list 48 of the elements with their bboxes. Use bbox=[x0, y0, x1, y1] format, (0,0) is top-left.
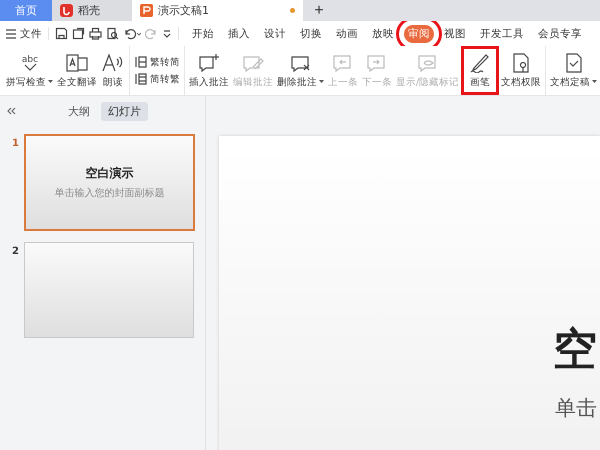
presentation-file-icon bbox=[140, 4, 153, 17]
ribbon-tab[interactable]: 放映 bbox=[368, 24, 398, 42]
ribbon-tab[interactable]: 插入 bbox=[224, 24, 254, 42]
read-aloud-icon bbox=[101, 52, 125, 72]
ribbon-tab[interactable]: 开发工具 bbox=[476, 24, 528, 42]
ribbon-tab[interactable]: 视图 bbox=[440, 24, 470, 42]
thumbnail-subtitle: 单击输入您的封面副标题 bbox=[54, 186, 164, 200]
convert-icon bbox=[134, 55, 148, 69]
translate-icon bbox=[65, 52, 89, 72]
export-icon[interactable] bbox=[72, 27, 85, 40]
document-tab[interactable]: 演示文稿1 bbox=[132, 0, 303, 21]
thumbnail-title: 空白演示 bbox=[86, 165, 134, 182]
save-icon[interactable] bbox=[55, 27, 68, 40]
slide-title[interactable]: 空 bbox=[553, 328, 597, 372]
ribbon-button[interactable]: 繁转简 bbox=[132, 55, 182, 69]
docer-logo-icon bbox=[60, 4, 73, 17]
insert-comment-icon bbox=[197, 52, 221, 72]
slide-canvas[interactable]: 空 单击 bbox=[219, 136, 600, 450]
slide-thumbnail[interactable] bbox=[24, 242, 194, 338]
convert-icon bbox=[134, 72, 148, 86]
ribbon-tab[interactable]: 开始 bbox=[188, 24, 218, 42]
ribbon-button[interactable]: abc 拼写检查 bbox=[4, 46, 55, 95]
slide-thumbnail[interactable]: 空白演示 单击输入您的封面副标题 bbox=[24, 134, 195, 231]
print-preview-icon[interactable] bbox=[106, 27, 119, 40]
slide-number: 2 bbox=[12, 246, 18, 259]
file-menu[interactable]: 文件 bbox=[5, 24, 42, 42]
ribbon-button[interactable]: 文档权限 bbox=[499, 46, 544, 95]
ribbon-tab[interactable]: 会员专享 bbox=[534, 24, 586, 42]
ribbon-button[interactable]: 删除批注 bbox=[275, 46, 326, 95]
collapse-icon[interactable] bbox=[6, 106, 16, 116]
slide-subtitle[interactable]: 单击 bbox=[555, 398, 597, 419]
ribbon-button[interactable]: 插入批注 bbox=[187, 46, 231, 95]
print-icon[interactable] bbox=[89, 27, 102, 40]
ribbon-tab[interactable]: 切换 bbox=[296, 24, 326, 42]
document-tab[interactable]: 稻壳 bbox=[52, 0, 132, 21]
new-tab-button[interactable]: + bbox=[307, 0, 331, 21]
ribbon-button[interactable]: 简转繁 bbox=[132, 72, 182, 86]
ribbon-tab[interactable]: 设计 bbox=[260, 24, 290, 42]
undo-icon[interactable] bbox=[123, 27, 141, 40]
ribbon-button[interactable]: 文档定稿 bbox=[548, 46, 600, 95]
ribbon-tab[interactable]: 动画 bbox=[332, 24, 362, 42]
ribbon-button[interactable]: 朗读 bbox=[99, 46, 127, 95]
panel-tab[interactable]: 幻灯片 bbox=[100, 102, 148, 120]
ribbon-button[interactable]: 全文翻译 bbox=[55, 46, 99, 95]
slide-number: 1 bbox=[12, 138, 18, 151]
menu-icon bbox=[5, 28, 17, 38]
panel-tab[interactable]: 大纲 bbox=[60, 102, 97, 120]
ribbon-button[interactable]: 画笔 bbox=[461, 46, 500, 95]
